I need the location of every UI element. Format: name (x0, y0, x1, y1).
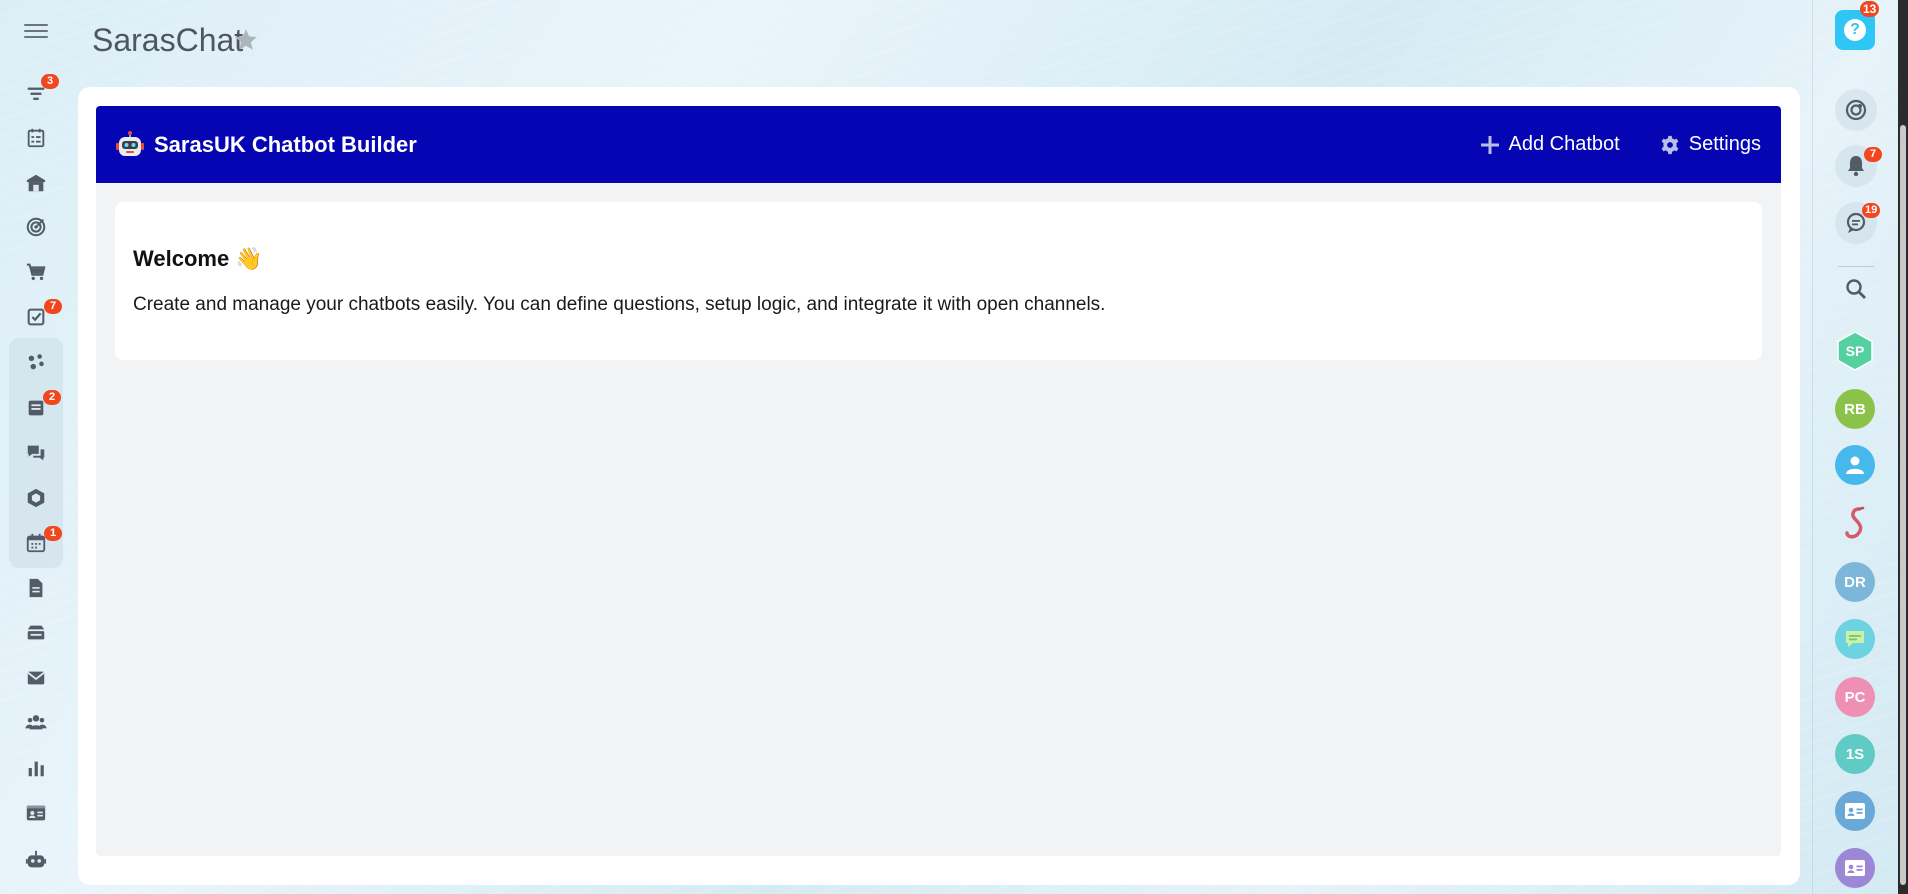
sidebar-item-documents[interactable] (18, 570, 54, 606)
avatar-4[interactable] (1835, 503, 1875, 543)
right-sidebar-separator (1838, 266, 1874, 267)
avatar-8[interactable]: 1S (1835, 734, 1875, 774)
hexagon-icon (27, 488, 45, 508)
scrollbar-thumb[interactable] (1900, 125, 1906, 885)
tasks-badge: 7 (44, 299, 62, 314)
crm-icon (28, 354, 44, 370)
avatar-5-initials: DR (1844, 573, 1866, 591)
add-chatbot-button[interactable]: Add Chatbot (1480, 133, 1620, 156)
notifications-badge: 7 (1864, 147, 1882, 162)
sidebar-item-chatbot[interactable] (18, 842, 54, 878)
avatar-8-initials: 1S (1845, 745, 1865, 763)
sidebar-item-tasks-board[interactable] (18, 120, 54, 156)
star-icon[interactable] (233, 27, 259, 53)
builder-header: SarasUK Chatbot Builder Add Chatbot Sett… (96, 106, 1781, 183)
page-title: SarasChat (92, 22, 244, 58)
sidebar-item-goals[interactable] (18, 209, 54, 245)
calendar-badge: 1 (44, 526, 62, 541)
user-icon (1846, 456, 1864, 474)
avatar-7-initials: PC (1844, 688, 1866, 706)
target-icon (26, 217, 46, 237)
contact-card-icon (26, 805, 46, 821)
left-sidebar: 3 7 2 1 (0, 0, 72, 894)
sidebar-item-company[interactable] (18, 165, 54, 201)
bar-chart-icon (28, 761, 44, 777)
copilot-icon (1845, 99, 1867, 121)
sidebar-item-messenger[interactable] (18, 435, 54, 471)
avatar-9[interactable] (1835, 791, 1875, 831)
welcome-title: Welcome 👋 (133, 246, 263, 271)
search-button[interactable] (1835, 268, 1877, 310)
help-badge: 13 (1860, 1, 1880, 17)
drive-icon (27, 625, 45, 640)
chats-badge: 19 (1862, 203, 1881, 218)
menu-toggle-icon[interactable] (22, 20, 50, 42)
sidebar-item-crm[interactable] (18, 344, 54, 380)
avatar-10[interactable] (1835, 848, 1875, 888)
filter-badge: 3 (41, 74, 59, 89)
robot-icon (25, 850, 47, 868)
building-icon (26, 174, 46, 192)
welcome-card: Welcome 👋 Create and manage your chatbot… (115, 202, 1762, 360)
sidebar-item-employees[interactable] (18, 704, 54, 740)
builder-title: SarasUK Chatbot Builder (154, 131, 417, 157)
avatar-6[interactable] (1835, 619, 1875, 659)
builder-brand: SarasUK Chatbot Builder (116, 130, 417, 159)
envelope-icon (27, 671, 45, 685)
message-icon (1846, 631, 1864, 647)
add-chatbot-label: Add Chatbot (1508, 133, 1620, 155)
swan-logo-icon (1845, 506, 1865, 539)
gear-icon (1661, 135, 1679, 154)
id-card-icon (1845, 860, 1865, 876)
builder-actions: Add Chatbot Settings (1480, 133, 1761, 156)
avatar-7[interactable]: PC (1835, 677, 1875, 717)
avatar-3[interactable] (1835, 445, 1875, 485)
chat-bubbles-icon (27, 445, 45, 461)
avatar-1-initials: SP (1845, 343, 1865, 359)
search-icon (1846, 279, 1866, 299)
settings-label: Settings (1688, 133, 1761, 155)
cart-icon (26, 263, 46, 281)
sidebar-item-mail[interactable] (18, 660, 54, 696)
sidebar-item-storage[interactable] (18, 615, 54, 651)
sidebar-item-hexagon[interactable] (18, 480, 54, 516)
settings-button[interactable]: Settings (1660, 133, 1761, 156)
id-card-icon (1845, 803, 1865, 819)
copilot-button[interactable] (1835, 89, 1877, 131)
document-icon (29, 578, 43, 598)
avatar-1[interactable]: SP (1835, 331, 1875, 371)
sidebar-item-analytics[interactable] (18, 750, 54, 786)
robot-emoji-icon (116, 130, 144, 156)
avatar-5[interactable]: DR (1835, 562, 1875, 602)
feed-badge: 2 (43, 390, 61, 405)
welcome-description: Create and manage your chatbots easily. … (133, 294, 1106, 315)
plus-icon (1480, 135, 1499, 154)
clipboard-list-icon (27, 128, 45, 148)
avatar-2-initials: RB (1844, 400, 1866, 418)
question-icon: ? (1844, 19, 1866, 41)
sidebar-item-shop[interactable] (18, 254, 54, 290)
avatar-2[interactable]: RB (1835, 389, 1875, 429)
sidebar-item-contacts[interactable] (18, 795, 54, 831)
chatbot-builder: SarasUK Chatbot Builder Add Chatbot Sett… (96, 106, 1781, 856)
users-icon (25, 715, 47, 730)
